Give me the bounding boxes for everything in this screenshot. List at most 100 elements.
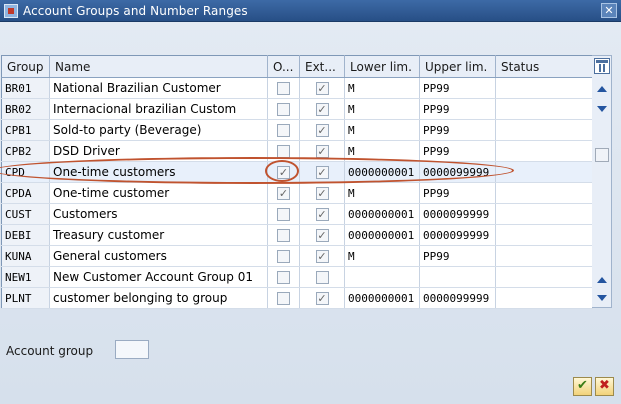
cell-group[interactable]: BR02 [1,98,50,120]
cell-upper-limit[interactable]: PP99 [419,119,496,141]
cell-group[interactable]: CPB1 [1,119,50,141]
cell-name[interactable]: One-time customer [49,182,268,204]
one-time-checkbox[interactable] [277,208,290,221]
checkmark-icon[interactable]: ✔ [573,377,592,396]
table-header-row: Group Name O... Ext... Lower lim. Upper … [1,55,593,78]
cell-upper-limit[interactable]: 0000099999 [419,224,496,246]
cell-name[interactable]: customer belonging to group [49,287,268,309]
cell-lower-limit[interactable]: M [344,182,420,204]
cell-group[interactable]: KUNA [1,245,50,267]
table-row[interactable]: BR02 Internacional brazilian Custom ✓ M PP99 [1,98,593,120]
one-time-checkbox[interactable] [277,82,290,95]
one-time-checkbox[interactable] [277,250,290,263]
cell-lower-limit[interactable]: M [344,245,420,267]
external-checkbox[interactable]: ✓ [315,292,329,305]
cell-upper-limit[interactable]: PP99 [419,98,496,120]
cell-status[interactable] [495,287,593,309]
vertical-scrollbar[interactable] [592,55,612,308]
one-time-checkbox[interactable] [277,229,290,242]
cell-status[interactable] [495,98,593,120]
column-header-external[interactable]: Ext... [299,55,345,78]
cell-lower-limit[interactable] [344,266,420,288]
cell-name[interactable]: Internacional brazilian Custom [49,98,268,120]
cell-group[interactable]: PLNT [1,287,50,309]
column-header-group[interactable]: Group [1,55,50,78]
cell-status[interactable] [495,77,593,99]
cell-lower-limit[interactable]: M [344,98,420,120]
external-checkbox[interactable]: ✓ [315,124,329,137]
cell-group[interactable]: DEBI [1,224,50,246]
cell-group[interactable]: NEW1 [1,266,50,288]
window-titlebar: Account Groups and Number Ranges ✕ [0,0,621,22]
cell-upper-limit[interactable] [419,266,496,288]
cell-lower-limit[interactable]: M [344,119,420,141]
one-time-checkbox[interactable] [277,271,290,284]
cell-group[interactable]: CPB2 [1,140,50,162]
cell-lower-limit[interactable]: 0000000001 [344,224,420,246]
table-row[interactable]: CPDA One-time customer ✓ ✓ M PP99 [1,182,593,204]
cell-group[interactable]: CPDA [1,182,50,204]
cell-name[interactable]: Sold-to party (Beverage) [49,119,268,141]
cell-name[interactable]: General customers [49,245,268,267]
cell-external: ✓ [299,77,345,99]
cell-name[interactable]: Treasury customer [49,224,268,246]
column-header-lower-limit[interactable]: Lower lim. [344,55,420,78]
cell-status[interactable] [495,119,593,141]
cell-upper-limit[interactable]: 0000099999 [419,203,496,225]
table-row[interactable]: KUNA General customers ✓ M PP99 [1,245,593,267]
cell-lower-limit[interactable]: M [344,77,420,99]
cell-lower-limit[interactable]: 0000000001 [344,287,420,309]
external-checkbox[interactable]: ✓ [315,103,329,116]
scroll-thumb[interactable] [595,148,609,162]
column-header-one-time[interactable]: O... [267,55,300,78]
cell-upper-limit[interactable]: 0000099999 [419,287,496,309]
table-row[interactable]: PLNT customer belonging to group ✓ 00000000… [1,287,593,309]
table-row[interactable]: BR01 National Brazilian Customer ✓ M PP99 [1,77,593,99]
cell-name[interactable]: National Brazilian Customer [49,77,268,99]
external-checkbox[interactable]: ✓ [315,82,329,95]
cell-status[interactable] [495,245,593,267]
one-time-checkbox[interactable] [277,103,290,116]
cell-status[interactable] [495,203,593,225]
external-checkbox[interactable]: ✓ [315,229,329,242]
cell-status[interactable] [495,182,593,204]
cell-name[interactable]: Customers [49,203,268,225]
cell-upper-limit[interactable]: PP99 [419,182,496,204]
account-group-input[interactable] [115,340,149,359]
cell-one-time [267,266,300,288]
external-checkbox[interactable]: ✓ [315,250,329,263]
cell-status[interactable] [495,224,593,246]
cell-external: ✓ [299,119,345,141]
cell-status[interactable] [495,140,593,162]
column-header-name[interactable]: Name [49,55,268,78]
cell-upper-limit[interactable]: PP99 [419,77,496,99]
scroll-up-icon[interactable] [597,86,607,92]
table-row[interactable]: DEBI Treasury customer ✓ 0000000001 00000999… [1,224,593,246]
table-row[interactable]: NEW1 New Customer Account Group 01 [1,266,593,288]
close-icon[interactable]: ✕ [601,3,617,18]
external-checkbox[interactable]: ✓ [315,187,329,200]
cell-name[interactable]: New Customer Account Group 01 [49,266,268,288]
scroll-up-bottom-icon[interactable] [597,277,607,283]
scroll-down-bottom-icon[interactable] [597,295,607,301]
table-row[interactable]: CPB1 Sold-to party (Beverage) ✓ M PP99 [1,119,593,141]
cancel-icon[interactable]: ✖ [595,377,614,396]
cell-status[interactable] [495,266,593,288]
table-row[interactable]: CUST Customers ✓ 0000000001 0000099999 [1,203,593,225]
cell-group[interactable]: CUST [1,203,50,225]
column-header-upper-limit[interactable]: Upper lim. [419,55,496,78]
scroll-down-icon[interactable] [597,106,607,112]
one-time-checkbox[interactable]: ✓ [277,187,290,200]
cell-upper-limit[interactable]: PP99 [419,140,496,162]
cell-lower-limit[interactable]: 0000000001 [344,203,420,225]
external-checkbox[interactable]: ✓ [315,208,329,221]
external-checkbox[interactable]: ✓ [315,145,329,158]
one-time-checkbox[interactable] [277,124,290,137]
one-time-checkbox[interactable] [277,292,290,305]
table-settings-icon[interactable] [594,58,610,74]
external-checkbox[interactable] [315,271,329,284]
cell-upper-limit[interactable]: PP99 [419,245,496,267]
column-header-status[interactable]: Status [495,55,593,78]
cell-group[interactable]: BR01 [1,77,50,99]
one-time-checkbox[interactable] [277,145,290,158]
